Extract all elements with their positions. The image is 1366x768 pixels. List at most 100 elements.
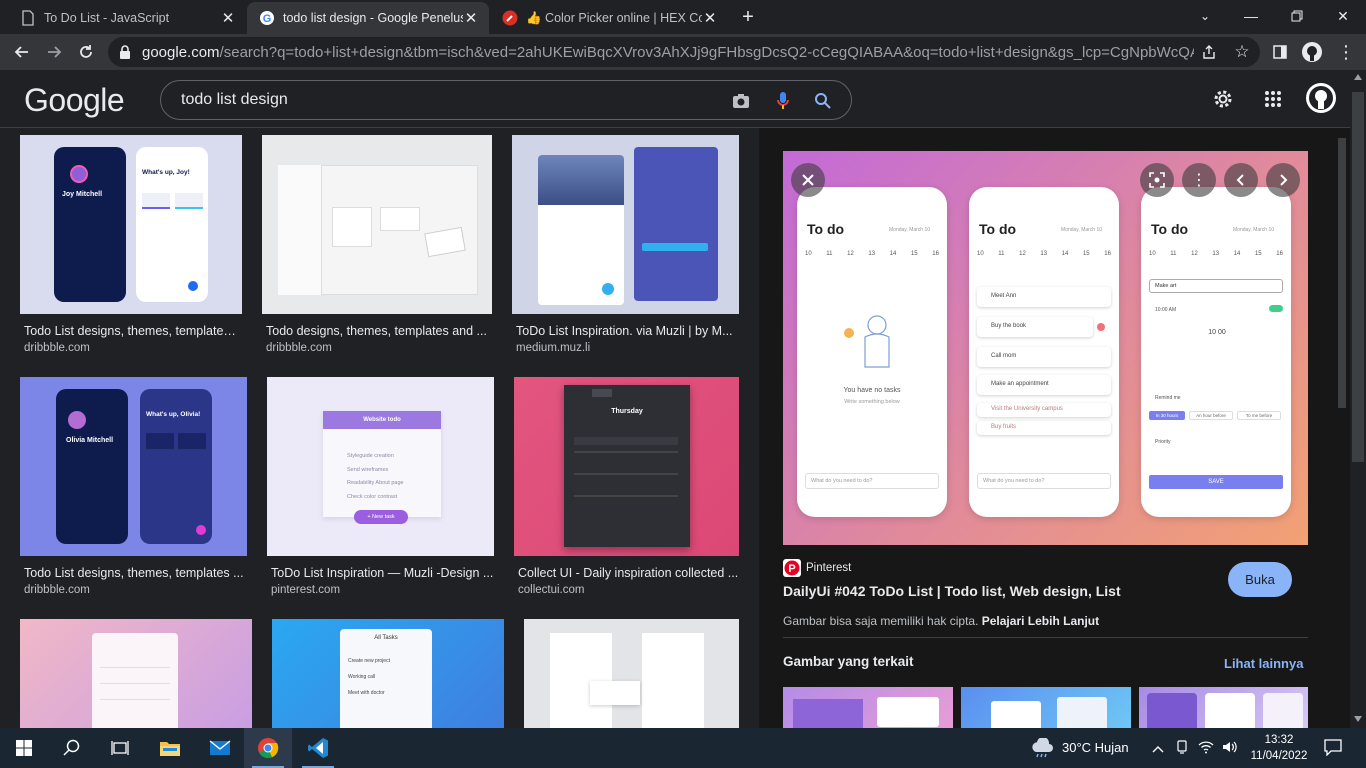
- open-button[interactable]: Buka: [1228, 562, 1292, 597]
- close-tab-icon[interactable]: ✕: [220, 9, 236, 27]
- result-card[interactable]: All Tasks Create new project Working cal…: [272, 619, 504, 728]
- close-tab-icon[interactable]: ✕: [702, 9, 718, 27]
- learn-more-link[interactable]: Pelajari Lebih Lanjut: [982, 614, 1099, 628]
- tab-color-picker[interactable]: 👍 Color Picker online | HEX Colo ✕: [490, 2, 728, 34]
- side-panel-icon[interactable]: [1266, 38, 1294, 66]
- divider: [783, 637, 1308, 638]
- lock-icon[interactable]: [108, 45, 142, 59]
- tab-google-search[interactable]: G todo list design - Google Penelus ✕: [247, 2, 489, 34]
- wifi-icon[interactable]: [1198, 740, 1214, 757]
- result-title[interactable]: ToDo List Inspiration. via Muzli | by M.…: [516, 324, 739, 338]
- result-card[interactable]: Thursday Collect UI - Daily inspiration …: [514, 377, 739, 597]
- result-card[interactable]: Olivia Mitchell What's up, Olivia! Todo …: [20, 377, 247, 597]
- search-box[interactable]: todo list design: [160, 80, 852, 120]
- related-images-heading: Gambar yang terkait: [783, 654, 914, 669]
- tab-todo-js[interactable]: To Do List - JavaScript ✕: [8, 2, 246, 34]
- weather-text[interactable]: 30°C Hujan: [1062, 740, 1129, 755]
- result-source: medium.muz.li: [516, 342, 591, 354]
- camera-icon[interactable]: [730, 90, 752, 112]
- forward-icon[interactable]: [40, 38, 68, 66]
- result-source: collectui.com: [518, 584, 585, 596]
- system-clock[interactable]: 13:32 11/04/2022: [1248, 732, 1310, 764]
- notification-icon[interactable]: [1324, 738, 1342, 759]
- see-more-link[interactable]: Lihat lainnya: [1224, 656, 1303, 671]
- preview-image[interactable]: To do Monday, March 10 10 11 12 13 14 15 16 Yo…: [783, 151, 1308, 545]
- bookmark-star-icon[interactable]: ☆: [1224, 42, 1260, 62]
- google-g-icon: G: [259, 10, 275, 26]
- mockup-phone-add: To do Monday, March 10 10 11 12 13 14 15 16 Ma…: [1141, 187, 1291, 517]
- reload-icon[interactable]: [72, 38, 100, 66]
- result-thumbnail[interactable]: [524, 619, 739, 728]
- image-preview-panel: To do Monday, March 10 10 11 12 13 14 15 16 Yo…: [759, 128, 1334, 728]
- copyright-notice: Gambar bisa saja memiliki hak cipta. Pel…: [783, 614, 1100, 628]
- menu-kebab-icon[interactable]: ⋮: [1332, 38, 1360, 66]
- next-image-icon[interactable]: [1266, 163, 1300, 197]
- result-thumbnail[interactable]: Thursday: [514, 377, 739, 556]
- related-thumbnail[interactable]: [783, 687, 953, 728]
- close-window-button[interactable]: ✕: [1320, 0, 1366, 32]
- related-thumbnail[interactable]: [961, 687, 1131, 728]
- result-thumbnail[interactable]: Olivia Mitchell What's up, Olivia!: [20, 377, 247, 556]
- preview-title[interactable]: DailyUi #042 ToDo List | Todo list, Web …: [783, 583, 1121, 599]
- device-icon[interactable]: [1176, 740, 1188, 757]
- panel-scrollbar[interactable]: [1334, 128, 1350, 728]
- windows-taskbar: 30°C Hujan 13:32 11/04/2022: [0, 728, 1366, 768]
- result-card[interactable]: [524, 619, 739, 728]
- address-bar[interactable]: google.com/search?q=todo+list+design&tbm…: [108, 37, 1260, 67]
- close-tab-icon[interactable]: ✕: [463, 9, 479, 27]
- preview-source[interactable]: P Pinterest: [783, 559, 851, 577]
- result-thumbnail[interactable]: [20, 619, 252, 728]
- result-title[interactable]: Todo List designs, themes, templates ...: [24, 324, 242, 338]
- result-source: dribbble.com: [24, 584, 90, 596]
- google-logo[interactable]: Google: [24, 82, 125, 119]
- more-options-icon[interactable]: ⋮: [1182, 163, 1216, 197]
- result-thumbnail[interactable]: All Tasks Create new project Working cal…: [272, 619, 504, 728]
- mail-icon[interactable]: [196, 728, 244, 768]
- color-picker-icon: [502, 10, 518, 26]
- chrome-taskbar-icon[interactable]: [244, 728, 292, 768]
- result-card[interactable]: [20, 619, 252, 728]
- result-title[interactable]: Todo designs, themes, templates and ...: [266, 324, 492, 338]
- restore-button[interactable]: [1274, 0, 1320, 32]
- lens-search-icon[interactable]: [1140, 163, 1174, 197]
- file-explorer-icon[interactable]: [146, 728, 194, 768]
- share-icon[interactable]: [1194, 45, 1224, 59]
- result-card[interactable]: Website todo Styleguide creation Send wi…: [267, 377, 494, 597]
- search-icon[interactable]: [48, 728, 96, 768]
- result-thumbnail[interactable]: Website todo Styleguide creation Send wi…: [267, 377, 494, 556]
- weather-cloud-icon[interactable]: [1030, 737, 1054, 763]
- google-header: Google todo list design: [0, 70, 1350, 128]
- search-query[interactable]: todo list design: [181, 91, 288, 109]
- account-avatar[interactable]: [1305, 82, 1337, 114]
- result-thumbnail[interactable]: Joy Mitchell What's up, Joy!: [20, 135, 242, 314]
- svg-text:G: G: [263, 13, 272, 25]
- windows-start-icon[interactable]: [0, 728, 48, 768]
- new-tab-button[interactable]: +: [736, 6, 760, 30]
- mockup-phone-empty: To do Monday, March 10 10 11 12 13 14 15 16 Yo…: [797, 187, 947, 517]
- vscode-taskbar-icon[interactable]: [294, 728, 342, 768]
- minimize-button[interactable]: —: [1228, 0, 1274, 32]
- result-thumbnail[interactable]: [512, 135, 739, 314]
- previous-image-icon[interactable]: [1224, 163, 1258, 197]
- volume-icon[interactable]: [1222, 740, 1238, 757]
- tab-search-icon[interactable]: ⌄: [1182, 0, 1228, 32]
- result-title[interactable]: ToDo List Inspiration — Muzli -Design ..…: [271, 566, 494, 580]
- back-icon[interactable]: [8, 38, 36, 66]
- result-card[interactable]: Todo designs, themes, templates and ... …: [262, 135, 492, 355]
- url-text: google.com/search?q=todo+list+design&tbm…: [142, 43, 1194, 61]
- result-card[interactable]: Joy Mitchell What's up, Joy! Todo List d…: [20, 135, 242, 355]
- related-thumbnail[interactable]: [1139, 687, 1308, 728]
- close-preview-button[interactable]: [791, 163, 825, 197]
- settings-gear-icon[interactable]: [1209, 85, 1237, 113]
- result-thumbnail[interactable]: [262, 135, 492, 314]
- result-card[interactable]: ToDo List Inspiration. via Muzli | by M.…: [512, 135, 739, 355]
- microphone-icon[interactable]: [772, 90, 794, 112]
- chevron-up-icon[interactable]: [1152, 740, 1164, 756]
- github-profile-icon[interactable]: [1298, 38, 1326, 66]
- result-title[interactable]: Todo List designs, themes, templates ...: [24, 566, 247, 580]
- result-title[interactable]: Collect UI - Daily inspiration collected…: [518, 566, 739, 580]
- search-icon[interactable]: [812, 90, 834, 112]
- task-view-icon[interactable]: [96, 728, 144, 768]
- page-scrollbar[interactable]: [1350, 70, 1366, 728]
- apps-grid-icon[interactable]: [1259, 85, 1287, 113]
